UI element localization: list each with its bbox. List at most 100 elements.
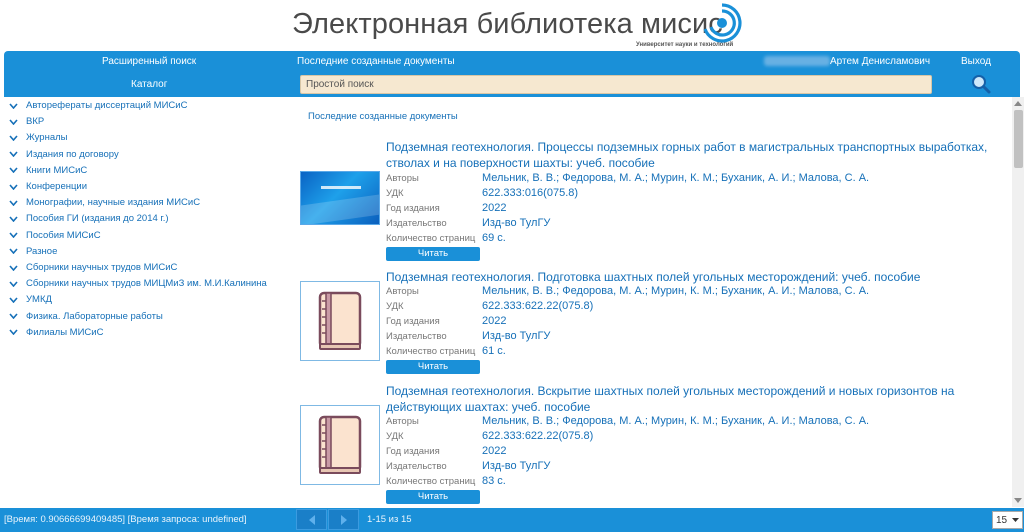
sidebar-item[interactable]: Книги МИСиС <box>4 163 290 178</box>
document-title[interactable]: Подземная геотехнология. Подготовка шахт… <box>386 269 1006 285</box>
sidebar-item-label: ВКР <box>26 116 45 128</box>
book-placeholder-icon <box>300 281 380 361</box>
pages-value: 61 с. <box>482 345 506 357</box>
udk-value[interactable]: 622.333:016(075.8) <box>482 187 578 199</box>
pages-value: 83 с. <box>482 475 506 487</box>
sidebar-item[interactable]: Конференции <box>4 179 290 194</box>
sidebar-item-label: Монографии, научные издания МИСиС <box>26 197 201 209</box>
chevron-down-icon[interactable] <box>6 99 20 113</box>
publisher-label: Издательство <box>386 461 447 472</box>
pages-label: Количество страниц <box>386 346 476 357</box>
chevron-down-icon[interactable] <box>6 277 20 291</box>
read-button[interactable]: Читать <box>386 490 480 504</box>
search-icon[interactable] <box>968 73 994 95</box>
logo-title[interactable]: Электронная библиотека мисис <box>292 8 723 41</box>
sidebar-item-label: Журналы <box>26 132 68 144</box>
chevron-down-icon[interactable] <box>6 131 20 145</box>
year-value[interactable]: 2022 <box>482 202 506 214</box>
publisher-value[interactable]: Изд-во ТулГУ <box>482 217 550 229</box>
sidebar-item[interactable]: Разное <box>4 244 290 259</box>
catalog-link[interactable]: Каталог <box>131 79 167 90</box>
authors-label: Авторы <box>386 416 419 427</box>
sidebar-item[interactable]: Журналы <box>4 130 290 145</box>
sidebar-item-label: Конференции <box>26 181 88 192</box>
document-cover[interactable] <box>300 281 380 361</box>
authors-value[interactable]: Мельник, В. В.; Федорова, М. А.; Мурин, … <box>482 415 869 427</box>
sidebar-item[interactable]: УМКД <box>4 292 290 307</box>
next-page-button[interactable] <box>328 509 359 530</box>
year-value[interactable]: 2022 <box>482 315 506 327</box>
breadcrumb[interactable]: Последние созданные документы <box>308 111 458 122</box>
sidebar-item[interactable]: Сборники научных трудов МИЦМиЗ им. М.И.К… <box>4 276 290 291</box>
chevron-down-icon[interactable] <box>6 196 20 210</box>
authors-value[interactable]: Мельник, В. В.; Федорова, М. А.; Мурин, … <box>482 172 869 184</box>
year-label: Год издания <box>386 446 440 457</box>
publisher-value[interactable]: Изд-во ТулГУ <box>482 460 550 472</box>
top-nav-bar: Расширенный поиск Последние созданные до… <box>4 51 1020 72</box>
chevron-down-icon[interactable] <box>6 244 20 258</box>
udk-label: УДК <box>386 301 404 312</box>
document-title[interactable]: Подземная геотехнология. Процессы подзем… <box>386 139 1006 171</box>
sidebar-item[interactable]: Монографии, научные издания МИСиС <box>4 195 290 210</box>
chevron-down-icon[interactable] <box>6 228 20 242</box>
chevron-down-icon[interactable] <box>6 212 20 226</box>
sidebar-item[interactable]: Физика. Лабораторные работы <box>4 309 290 324</box>
sidebar-item-label: Сборники научных трудов МИСиС <box>26 262 178 273</box>
pages-label: Количество страниц <box>386 233 476 244</box>
prev-arrow-icon <box>308 514 315 525</box>
document-cover[interactable] <box>300 171 380 225</box>
sidebar-item[interactable]: Сборники научных трудов МИСиС <box>4 260 290 275</box>
redacted-user-info <box>764 56 830 66</box>
recent-docs-link[interactable]: Последние созданные документы <box>297 56 455 67</box>
document-cover[interactable] <box>300 405 380 485</box>
sidebar-item[interactable]: Пособия ГИ (издания до 2014 г.) <box>4 211 290 226</box>
read-button[interactable]: Читать <box>386 360 480 374</box>
page-size-select[interactable]: 15 <box>992 511 1023 529</box>
authors-value[interactable]: Мельник, В. В.; Федорова, М. А.; Мурин, … <box>482 285 869 297</box>
udk-label: УДК <box>386 188 404 199</box>
sidebar-item-label: Издания по договору <box>26 148 119 160</box>
chevron-down-icon[interactable] <box>6 293 20 307</box>
chevron-down-icon[interactable] <box>6 309 20 323</box>
sidebar-item-label: Книги МИСиС <box>26 164 88 176</box>
pager-info: 1-15 из 15 <box>367 514 412 525</box>
sidebar-item-label: Пособия МИСиС <box>26 229 101 241</box>
chevron-down-icon[interactable] <box>6 180 20 194</box>
status-footer: [Время: 0.90666699409485] [Время запроса… <box>0 508 1024 532</box>
sidebar-item[interactable]: ВКР <box>4 114 290 129</box>
chevron-down-icon[interactable] <box>6 163 20 177</box>
sidebar-item[interactable]: Филиалы МИСиС <box>4 325 290 340</box>
udk-value[interactable]: 622.333:622.22(075.8) <box>482 300 593 312</box>
sidebar-item-label: Автореферaты диссертаций МИСиС <box>26 100 188 111</box>
next-arrow-icon <box>340 514 347 525</box>
scroll-up-arrow-icon[interactable] <box>1012 97 1024 109</box>
sidebar-item[interactable]: Автореферaты диссертаций МИСиС <box>4 98 290 113</box>
misis-logo-icon <box>703 3 742 43</box>
authors-label: Авторы <box>386 173 419 184</box>
sidebar-item-label: Разное <box>26 245 58 257</box>
user-name[interactable]: Артем Денисламович <box>830 56 930 67</box>
chevron-down-icon[interactable] <box>6 325 20 339</box>
advanced-search-link[interactable]: Расширенный поиск <box>102 56 196 67</box>
scroll-down-arrow-icon[interactable] <box>1012 495 1024 507</box>
document-title[interactable]: Подземная геотехнология. Вскрытие шахтны… <box>386 383 1006 415</box>
chevron-down-icon[interactable] <box>6 147 20 161</box>
chevron-down-icon[interactable] <box>6 115 20 129</box>
main-content: Последние созданные документы Подземная … <box>292 97 1012 507</box>
sidebar-item[interactable]: Пособия МИСиС <box>4 228 290 243</box>
sidebar-item-label: Филиалы МИСиС <box>26 326 104 338</box>
logout-link[interactable]: Выход <box>961 56 991 67</box>
search-bar: Каталог <box>4 72 1020 97</box>
publisher-value[interactable]: Изд-во ТулГУ <box>482 330 550 342</box>
simple-search-input[interactable] <box>300 75 932 94</box>
sidebar-item[interactable]: Издания по договору <box>4 147 290 162</box>
udk-value[interactable]: 622.333:622.22(075.8) <box>482 430 593 442</box>
scrollbar-thumb[interactable] <box>1014 110 1023 168</box>
prev-page-button[interactable] <box>296 509 327 530</box>
chevron-down-icon[interactable] <box>6 261 20 275</box>
read-button[interactable]: Читать <box>386 247 480 261</box>
sidebar-item-label: УМКД <box>26 294 52 306</box>
year-value[interactable]: 2022 <box>482 445 506 457</box>
sidebar-item-label: Физика. Лабораторные работы <box>26 310 163 322</box>
book-placeholder-icon <box>300 405 380 485</box>
